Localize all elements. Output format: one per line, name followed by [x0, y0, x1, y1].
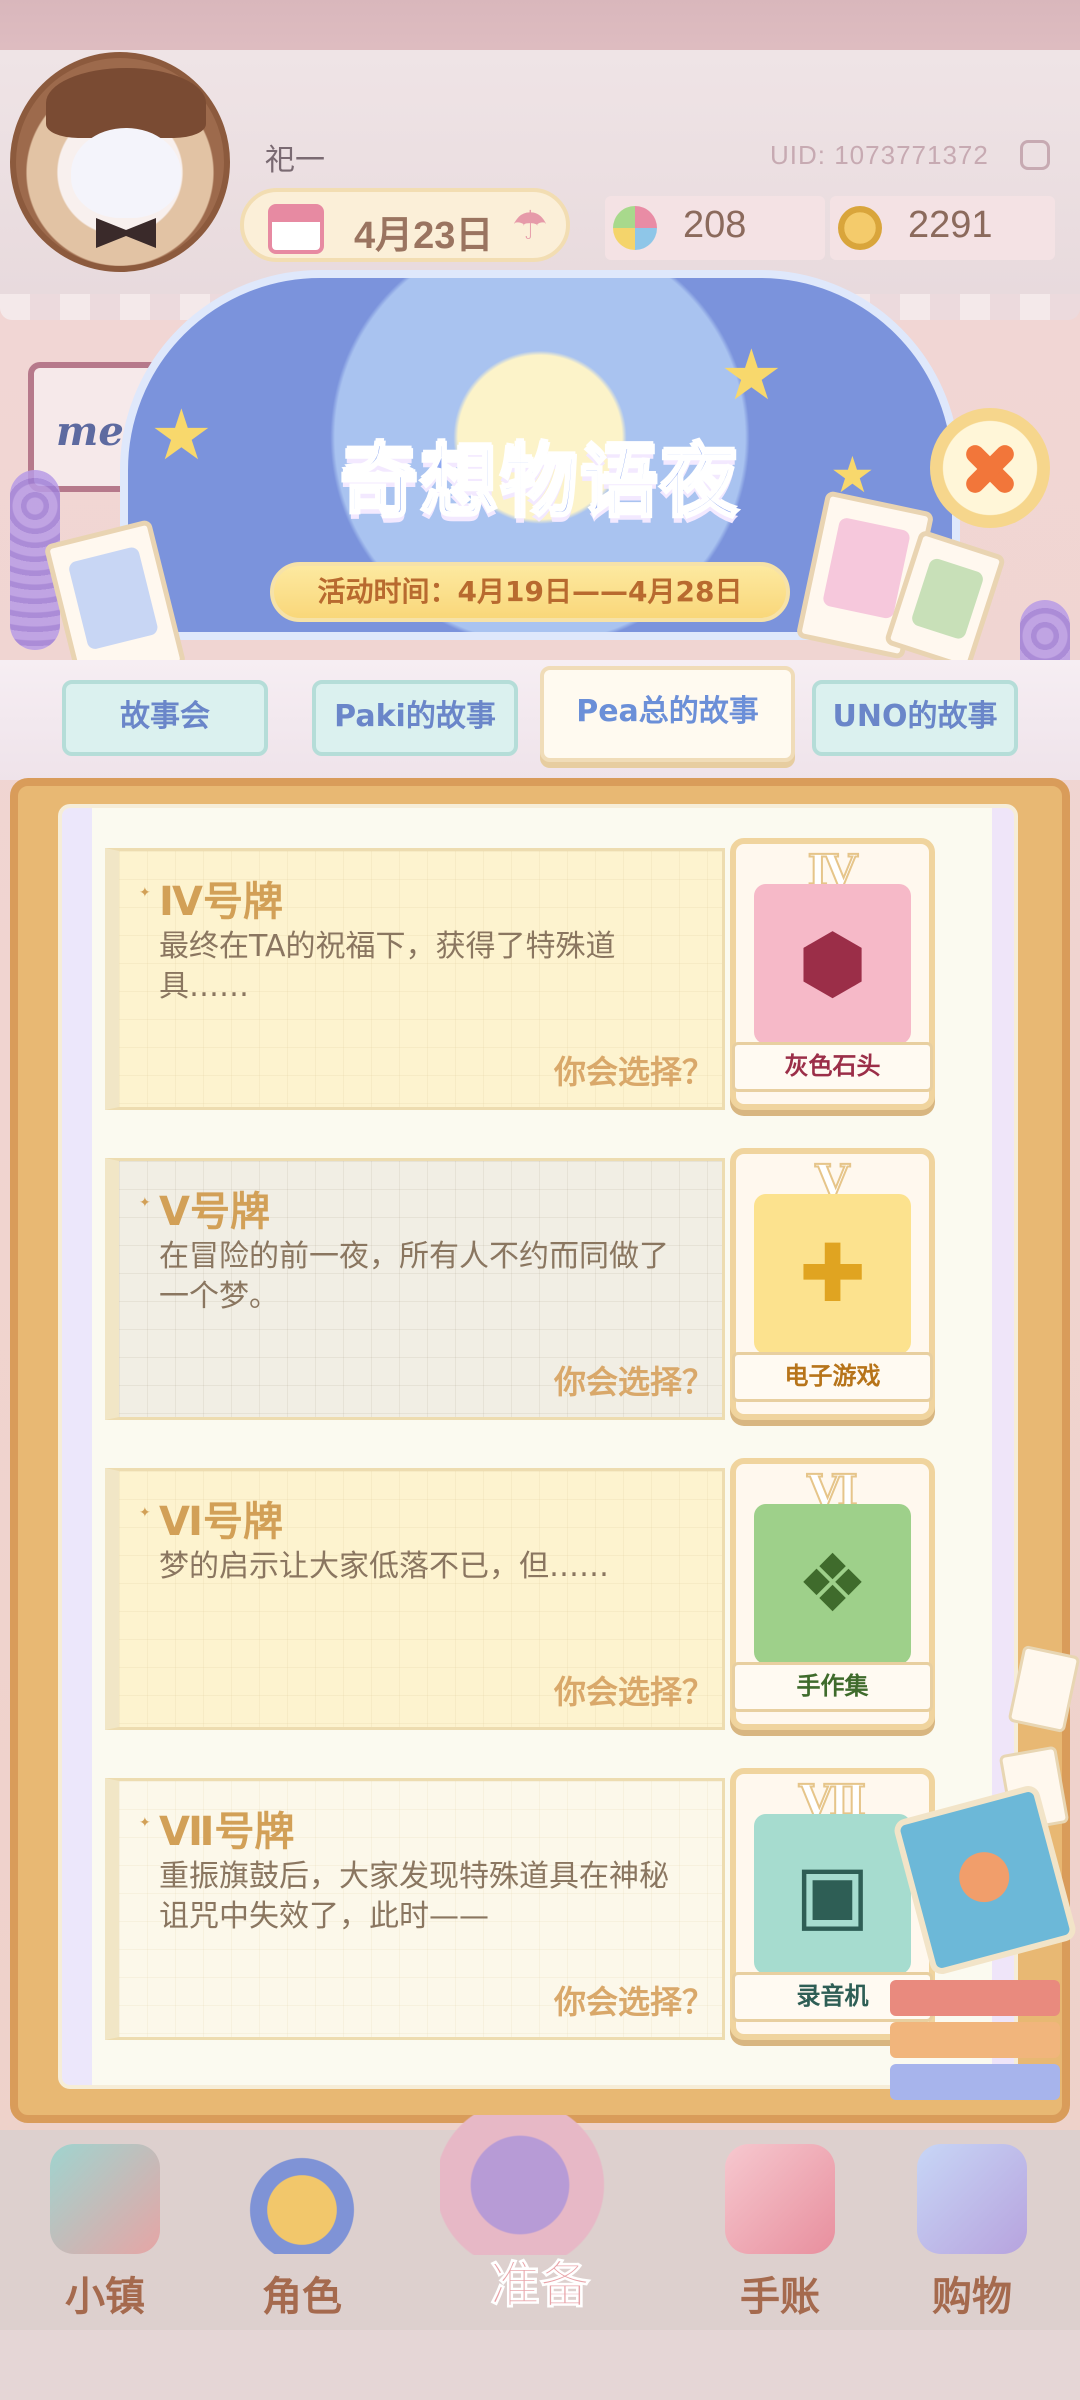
choose-prompt[interactable]: 你会选择？ [554, 1977, 714, 2023]
gem-counter[interactable]: 208 [605, 196, 825, 260]
open-book-icon: ❖ [796, 1537, 869, 1630]
player-name: 祀一 [265, 144, 325, 177]
tab-pea-story[interactable]: Pea总的故事 [540, 666, 795, 762]
nav-label: 手账 [740, 2274, 820, 2320]
date-display: 4月23日 ☂ [240, 188, 570, 262]
story-text-panel: Ⅳ号牌 最终在TA的祝福下，获得了特殊道具…… 你会选择？ [105, 848, 725, 1110]
story-description: 梦的启示让大家低落不已，但…… [159, 1549, 609, 1584]
coin-counter[interactable]: 2291 [830, 196, 1055, 260]
game-controller-icon: ✚ [798, 1227, 867, 1320]
journal-icon [725, 2144, 835, 2254]
card-art: ✚ [754, 1194, 911, 1354]
town-map-icon [50, 2144, 160, 2254]
tarot-card[interactable]: Ⅳ ⬢ 灰色石头 [730, 838, 935, 1110]
tab-uno-story[interactable]: UNO的故事 [812, 680, 1018, 756]
choose-prompt[interactable]: 你会选择？ [554, 1047, 714, 1093]
tab-story-session[interactable]: 故事会 [62, 680, 268, 756]
book-spine [890, 2064, 1060, 2100]
nav-label: 准备 [490, 2256, 591, 2315]
nav-label: 小镇 [65, 2274, 145, 2320]
story-card-6[interactable]: Ⅵ号牌 梦的启示让大家低落不已，但…… 你会选择？ Ⅵ ❖ 手作集 [105, 1458, 945, 1730]
story-tabs: 故事会 Paki的故事 Pea总的故事 UNO的故事 [0, 660, 1080, 780]
star-icon: ★ [720, 334, 783, 416]
tarot-card[interactable]: Ⅵ ❖ 手作集 [730, 1458, 935, 1730]
choose-prompt[interactable]: 你会选择？ [554, 1667, 714, 1713]
bow-tie-icon [96, 218, 156, 248]
card-art: ⬢ [754, 884, 911, 1044]
calendar-icon [268, 204, 324, 254]
nav-prepare[interactable]: 准备 [400, 2115, 680, 2315]
player-uid: UID: 1073771372 [770, 140, 989, 170]
cat-face-icon [71, 128, 181, 218]
nav-journal[interactable]: 手账 [700, 2144, 860, 2324]
event-title: 奇想物语夜 [338, 437, 740, 530]
coin-count: 2291 [908, 204, 993, 246]
player-avatar[interactable] [10, 52, 230, 272]
nav-label: 角色 [262, 2274, 342, 2320]
cat-icon [910, 556, 985, 641]
card-name: 电子游戏 [732, 1352, 933, 1402]
umbrella-weather-icon: ☂ [512, 203, 548, 249]
crystal-rock-icon: ⬢ [797, 917, 868, 1010]
flower-icon [67, 545, 160, 651]
story-title: Ⅵ号牌 [139, 1489, 283, 1547]
story-card-7[interactable]: Ⅶ号牌 重振旗鼓后，大家发现特殊道具在神秘诅咒中失效了，此时—— 你会选择？ Ⅶ… [105, 1768, 945, 2040]
gem-count: 208 [683, 204, 747, 246]
choose-prompt[interactable]: 你会选择？ [554, 1357, 714, 1403]
system-home-bar [0, 2330, 1080, 2400]
story-card-5[interactable]: Ⅴ号牌 在冒险的前一夜，所有人不约而同做了一个梦。 你会选择？ Ⅴ ✚ 电子游戏 [105, 1148, 945, 1420]
story-description: 重振旗鼓后，大家发现特殊道具在神秘诅咒中失效了，此时—— [159, 1859, 669, 1934]
star-icon: ★ [150, 394, 213, 476]
coin-icon [838, 206, 882, 250]
current-date: 4月23日 [354, 215, 494, 257]
tarot-card[interactable]: Ⅴ ✚ 电子游戏 [730, 1148, 935, 1420]
gem-icon [613, 206, 657, 250]
nav-town[interactable]: 小镇 [25, 2144, 185, 2324]
card-art: ❖ [754, 1504, 911, 1664]
tab-paki-story[interactable]: Paki的故事 [312, 680, 518, 756]
character-icon [247, 2144, 357, 2254]
close-icon[interactable] [930, 408, 1050, 528]
story-title: Ⅴ号牌 [139, 1179, 270, 1237]
story-description: 在冒险的前一夜，所有人不约而同做了一个梦。 [159, 1239, 669, 1314]
story-card-4[interactable]: Ⅳ号牌 最终在TA的祝福下，获得了特殊道具…… 你会选择？ Ⅳ ⬢ 灰色石头 [105, 838, 945, 1110]
story-title: Ⅳ号牌 [139, 869, 283, 927]
book-spine [890, 2022, 1060, 2058]
shopping-bag-icon [917, 2144, 1027, 2254]
copy-uid-icon[interactable] [1020, 140, 1050, 170]
story-text-panel: Ⅴ号牌 在冒险的前一夜，所有人不约而同做了一个梦。 你会选择？ [105, 1158, 725, 1420]
book-spine [890, 1980, 1060, 2016]
story-description: 最终在TA的祝福下，获得了特殊道具…… [159, 929, 616, 1004]
nav-label: 购物 [932, 2274, 1012, 2320]
nav-shopping[interactable]: 购物 [892, 2144, 1052, 2324]
card-name: 灰色石头 [732, 1042, 933, 1092]
card-name: 手作集 [732, 1662, 933, 1712]
event-time: 活动时间：4月19日——4月28日 [270, 562, 790, 622]
story-text-panel: Ⅶ号牌 重振旗鼓后，大家发现特殊道具在神秘诅咒中失效了，此时—— 你会选择？ [105, 1778, 725, 2040]
nav-character[interactable]: 角色 [222, 2144, 382, 2324]
story-title: Ⅶ号牌 [139, 1799, 295, 1857]
book-stack-decoration [890, 1960, 1070, 2120]
card-art: ▣ [754, 1814, 911, 1974]
prepare-bag-icon [440, 2115, 640, 2255]
story-text-panel: Ⅵ号牌 梦的启示让大家低落不已，但…… 你会选择？ [105, 1468, 725, 1730]
radio-recorder-icon: ▣ [794, 1847, 871, 1940]
